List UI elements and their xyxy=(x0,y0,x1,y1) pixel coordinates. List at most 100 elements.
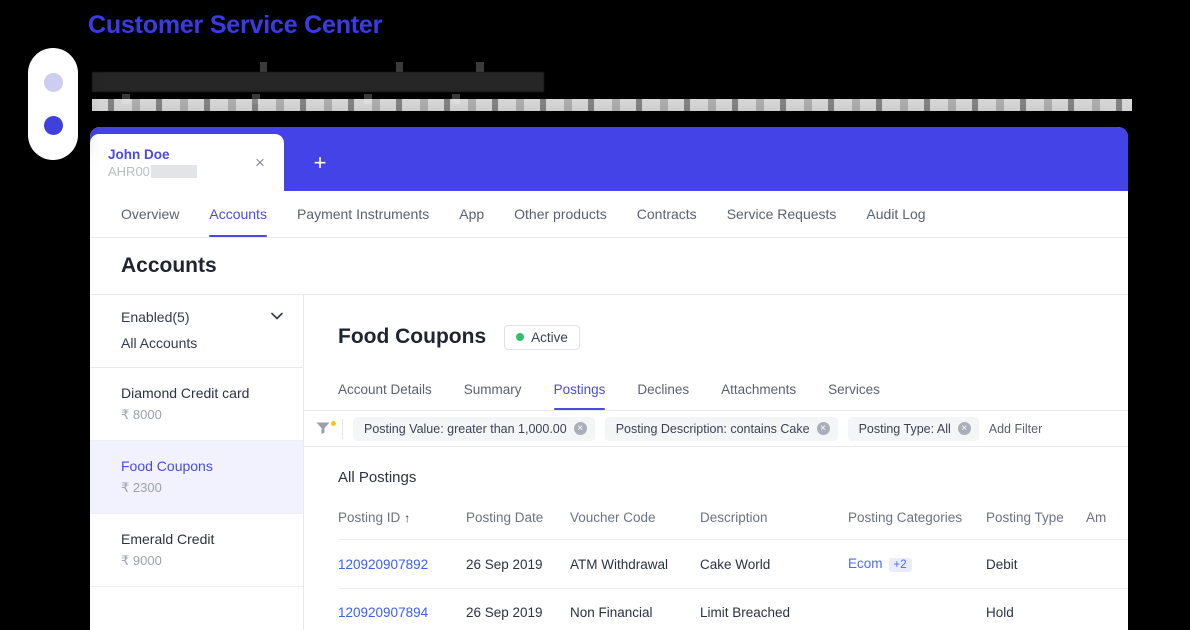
cell-posting-id: 120920907894 xyxy=(338,588,466,630)
cell-posting-date: 26 Sep 2019 xyxy=(466,588,570,630)
sidebar-item-amount: ₹ 9000 xyxy=(121,553,162,568)
obscured-text-row xyxy=(92,99,1132,111)
column-header-posting-type[interactable]: Posting Type xyxy=(986,510,1086,540)
browser-tab-john-doe[interactable]: John Doe AHR00 × xyxy=(90,134,284,191)
posting-id-link[interactable]: 120920907892 xyxy=(338,557,428,572)
tab-contracts[interactable]: Contracts xyxy=(622,191,712,237)
left-nav-rail[interactable] xyxy=(28,48,78,160)
cell-posting-type: Hold xyxy=(986,588,1086,630)
tab-payment-instruments[interactable]: Payment Instruments xyxy=(282,191,444,237)
table-row[interactable]: 120920907892 26 Sep 2019 ATM Withdrawal … xyxy=(338,539,1128,589)
add-filter-button[interactable]: Add Filter xyxy=(989,422,1043,436)
account-title: Food Coupons xyxy=(338,325,487,348)
remove-filter-icon[interactable]: × xyxy=(573,422,587,435)
rail-dot-active-icon[interactable] xyxy=(43,116,63,136)
funnel-icon[interactable] xyxy=(315,419,337,438)
sidebar-item-label: Diamond Credit card xyxy=(121,385,250,401)
column-header-voucher-code[interactable]: Voucher Code xyxy=(570,510,700,540)
sort-ascending-icon[interactable]: ↑ xyxy=(404,511,410,525)
app-window-card: John Doe AHR00 × + Overview Accounts Pay… xyxy=(90,127,1128,630)
accounts-sidebar: Enabled(5) All Accounts Diamond Credit c… xyxy=(90,295,304,630)
browser-tab-title: John Doe xyxy=(108,146,170,162)
column-header-label: Posting ID xyxy=(338,510,401,525)
cell-description: Limit Breached xyxy=(700,588,848,630)
add-tab-icon[interactable]: + xyxy=(284,134,356,191)
sidebar-item-all-accounts[interactable]: All Accounts xyxy=(90,330,303,368)
account-header: Food Coupons Active xyxy=(304,295,1128,357)
postings-table: Posting ID ↑ Posting Date Voucher Code De… xyxy=(338,510,1128,630)
cell-posting-categories: Ecom +2 xyxy=(848,539,986,589)
cell-voucher-code: ATM Withdrawal xyxy=(570,539,700,589)
cell-posting-categories xyxy=(848,588,986,630)
subtab-services[interactable]: Services xyxy=(812,369,896,410)
tab-service-requests[interactable]: Service Requests xyxy=(712,191,852,237)
filter-divider xyxy=(342,418,343,439)
table-title: All Postings xyxy=(338,469,417,486)
filter-chip-posting-type[interactable]: Posting Type: All × xyxy=(847,416,979,441)
subtab-postings[interactable]: Postings xyxy=(538,369,622,410)
sidebar-item-food-coupons[interactable]: Food Coupons ₹ 2300 xyxy=(90,441,303,514)
category-more-badge[interactable]: +2 xyxy=(888,558,912,572)
column-header-amount[interactable]: Am xyxy=(1086,510,1128,540)
cell-posting-type: Debit xyxy=(986,539,1086,589)
sidebar-item-diamond-credit-card[interactable]: Diamond Credit card ₹ 8000 xyxy=(90,368,303,441)
filter-chip-posting-description[interactable]: Posting Description: contains Cake × xyxy=(604,416,838,441)
postings-table-wrap: All Postings Posting ID ↑ Posting Date Vo… xyxy=(304,447,1128,630)
table-header-row: Posting ID ↑ Posting Date Voucher Code De… xyxy=(338,510,1128,540)
table-row[interactable]: 120920907894 26 Sep 2019 Non Financial L… xyxy=(338,588,1128,630)
screen: Customer Service Center John Doe AHR00 ×… xyxy=(0,0,1190,630)
filter-chip-label: Posting Type: All xyxy=(858,421,951,436)
browser-tabstrip: John Doe AHR00 × + xyxy=(90,127,1128,191)
browser-tab-subtitle-text: AHR00 xyxy=(108,163,150,179)
close-icon[interactable]: × xyxy=(250,153,270,173)
account-sub-tabs: Account Details Summary Postings Decline… xyxy=(304,369,1128,411)
remove-filter-icon[interactable]: × xyxy=(957,422,971,435)
category-link[interactable]: Ecom xyxy=(848,556,883,571)
tab-overview[interactable]: Overview xyxy=(121,191,194,237)
rail-dot-inactive-icon[interactable] xyxy=(43,72,63,92)
cell-description: Cake World xyxy=(700,539,848,589)
column-header-posting-date[interactable]: Posting Date xyxy=(466,510,570,540)
sidebar-item-amount: ₹ 2300 xyxy=(121,480,162,495)
posting-id-link[interactable]: 120920907894 xyxy=(338,605,428,620)
remove-filter-icon[interactable]: × xyxy=(816,422,830,435)
sidebar-item-label: Emerald Credit xyxy=(121,531,215,547)
filter-chip-posting-value[interactable]: Posting Value: greater than 1,000.00 × xyxy=(353,416,595,441)
sidebar-status-filter-label: Enabled(5) xyxy=(121,309,190,325)
column-header-posting-categories[interactable]: Posting Categories xyxy=(848,510,986,540)
cell-posting-date: 26 Sep 2019 xyxy=(466,539,570,589)
browser-tab-subtitle: AHR00 xyxy=(108,163,250,180)
filter-bar: Posting Value: greater than 1,000.00 × P… xyxy=(304,411,1128,447)
sidebar-item-label: Food Coupons xyxy=(121,458,213,474)
cell-voucher-code: Non Financial xyxy=(570,588,700,630)
primary-nav-tabs: Overview Accounts Payment Instruments Ap… xyxy=(90,191,1128,238)
column-header-description[interactable]: Description xyxy=(700,510,848,540)
tab-accounts[interactable]: Accounts xyxy=(194,191,282,237)
section-heading: Accounts xyxy=(90,238,1128,295)
tab-audit-log[interactable]: Audit Log xyxy=(851,191,940,237)
column-header-posting-id[interactable]: Posting ID ↑ xyxy=(338,510,466,540)
sidebar-status-filter[interactable]: Enabled(5) xyxy=(90,295,303,330)
filter-chip-label: Posting Description: contains Cake xyxy=(615,421,810,436)
redacted-block xyxy=(150,164,197,178)
subtab-declines[interactable]: Declines xyxy=(621,369,705,410)
filter-active-dot-icon xyxy=(330,419,337,427)
status-badge-label: Active xyxy=(531,329,568,345)
subtab-summary[interactable]: Summary xyxy=(448,369,538,410)
subtab-attachments[interactable]: Attachments xyxy=(705,369,812,410)
obscured-breadcrumb-bar xyxy=(92,72,544,92)
tab-other-products[interactable]: Other products xyxy=(499,191,622,237)
sidebar-item-amount: ₹ 8000 xyxy=(121,407,162,422)
sidebar-item-emerald-credit[interactable]: Emerald Credit ₹ 9000 xyxy=(90,514,303,587)
filter-chip-label: Posting Value: greater than 1,000.00 xyxy=(364,421,567,436)
account-detail-panel: Food Coupons Active Account Details Summ… xyxy=(304,295,1128,630)
content-body: Enabled(5) All Accounts Diamond Credit c… xyxy=(90,295,1128,630)
subtab-account-details[interactable]: Account Details xyxy=(338,369,448,410)
status-badge: Active xyxy=(504,324,580,350)
cell-posting-id: 120920907892 xyxy=(338,539,466,589)
chevron-down-icon[interactable] xyxy=(271,312,283,323)
cell-amount xyxy=(1086,539,1128,589)
cell-amount xyxy=(1086,588,1128,630)
status-dot-icon xyxy=(516,333,525,341)
tab-app[interactable]: App xyxy=(444,191,499,237)
